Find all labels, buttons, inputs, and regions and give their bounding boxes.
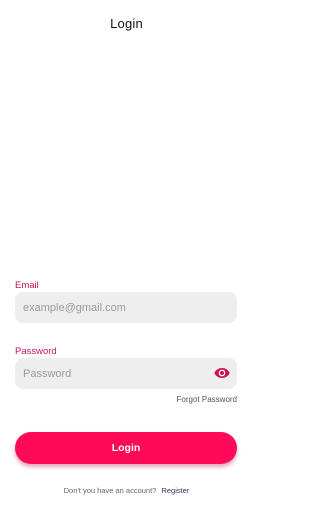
register-link[interactable]: Register [161,486,189,495]
eye-icon[interactable] [214,366,230,380]
login-button[interactable]: Login [15,432,237,464]
email-label: Email [15,280,39,291]
password-field[interactable] [23,358,203,389]
email-field[interactable] [23,292,203,323]
forgot-password-link[interactable]: Forgot Password [177,395,237,404]
register-prompt-text: Don't you have an account? [63,486,157,495]
email-field-container [15,292,237,323]
page-title: Login [110,16,143,31]
password-field-container [15,358,237,389]
password-label: Password [15,346,57,357]
register-prompt-row: Don't you have an account? Register [0,486,253,495]
